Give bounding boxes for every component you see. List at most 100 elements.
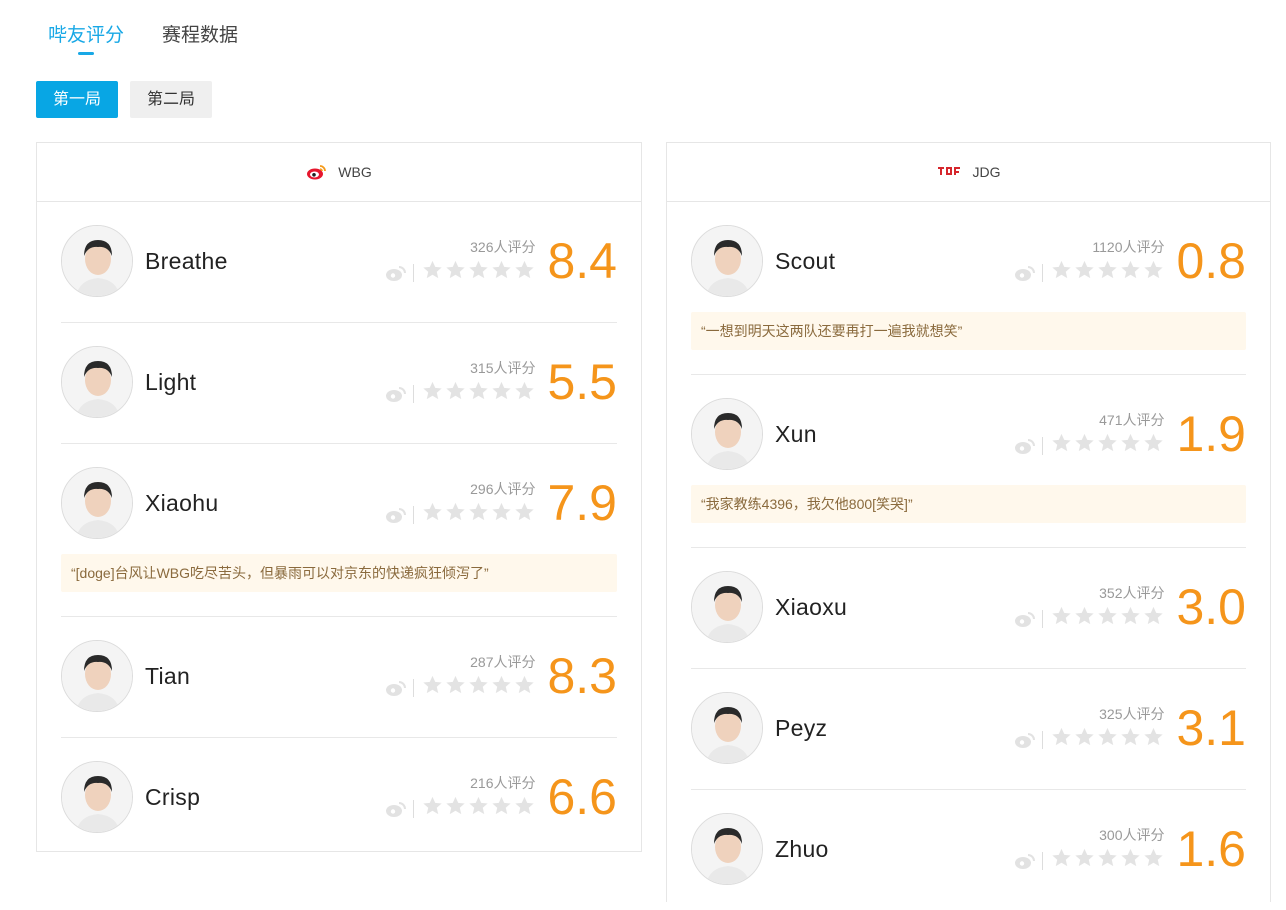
rating-count: 300人评分 [1099,827,1165,843]
star-icon[interactable] [1120,727,1141,752]
player-name: Tian [145,662,191,689]
rating-box: 300人评分 1.6 [1014,812,1246,886]
star-icon[interactable] [1074,606,1095,631]
rating-count: 315人评分 [470,360,536,376]
star-icon[interactable] [514,381,535,406]
star-rating[interactable] [1051,433,1164,458]
weibo-share-icon[interactable] [1014,437,1036,455]
rating-box: 352人评分 3.0 [1014,570,1246,644]
star-icon[interactable] [491,796,512,821]
star-icon[interactable] [468,260,489,285]
star-icon[interactable] [514,796,535,821]
player-avatar[interactable] [691,692,763,764]
star-icon[interactable] [422,675,443,700]
star-icon[interactable] [1097,606,1118,631]
player-name: Xiaohu [145,489,219,516]
player-card: Peyz 325人评分 3.1 [691,669,1246,790]
player-avatar[interactable] [61,467,133,539]
tab-user-ratings[interactable]: 哔友评分 [48,20,124,55]
star-icon[interactable] [1051,727,1072,752]
star-icon[interactable] [445,502,466,527]
player-name: Peyz [775,714,828,741]
weibo-share-icon[interactable] [385,800,407,818]
player-name: Scout [775,247,836,274]
weibo-share-icon[interactable] [1014,731,1036,749]
star-icon[interactable] [468,502,489,527]
round-2-button[interactable]: 第二局 [130,81,213,118]
rating-box: 471人评分 1.9 [1014,397,1246,471]
round-1-button[interactable]: 第一局 [36,81,119,118]
star-rating[interactable] [1051,848,1164,873]
star-icon[interactable] [422,260,443,285]
star-rating[interactable] [422,502,535,527]
star-rating[interactable] [1051,606,1164,631]
star-rating[interactable] [1051,727,1164,752]
player-avatar[interactable] [691,571,763,643]
star-icon[interactable] [1074,727,1095,752]
star-rating[interactable] [422,260,535,285]
star-icon[interactable] [1097,433,1118,458]
star-icon[interactable] [1143,727,1164,752]
star-icon[interactable] [445,381,466,406]
star-icon[interactable] [422,796,443,821]
star-icon[interactable] [468,381,489,406]
weibo-share-icon[interactable] [385,679,407,697]
star-icon[interactable] [1120,606,1141,631]
star-icon[interactable] [491,675,512,700]
player-avatar[interactable] [61,225,133,297]
star-icon[interactable] [1097,727,1118,752]
star-icon[interactable] [1143,433,1164,458]
player-avatar[interactable] [691,225,763,297]
star-icon[interactable] [1143,260,1164,285]
weibo-share-icon[interactable] [385,385,407,403]
star-icon[interactable] [1097,260,1118,285]
star-icon[interactable] [1097,848,1118,873]
star-icon[interactable] [1120,433,1141,458]
star-rating[interactable] [422,796,535,821]
star-rating[interactable] [1051,260,1164,285]
star-icon[interactable] [422,502,443,527]
star-icon[interactable] [422,381,443,406]
player-card: Scout 1120人评分 0.8 “一想到明天这两队还要再打一遍我就想笑” [691,202,1246,375]
rating-box: 315人评分 5.5 [385,345,617,419]
star-icon[interactable] [1120,260,1141,285]
star-icon[interactable] [1051,606,1072,631]
star-icon[interactable] [445,796,466,821]
weibo-share-icon[interactable] [1014,264,1036,282]
weibo-share-icon[interactable] [1014,610,1036,628]
weibo-share-icon[interactable] [385,506,407,524]
tab-match-data[interactable]: 赛程数据 [162,20,238,55]
star-icon[interactable] [1143,606,1164,631]
star-icon[interactable] [1120,848,1141,873]
player-score: 0.8 [1176,233,1246,289]
player-name: Xun [775,420,817,447]
star-icon[interactable] [491,502,512,527]
star-icon[interactable] [1074,848,1095,873]
player-avatar[interactable] [691,398,763,470]
star-icon[interactable] [491,381,512,406]
star-icon[interactable] [1074,433,1095,458]
star-rating[interactable] [422,675,535,700]
player-avatar[interactable] [61,761,133,833]
star-icon[interactable] [1143,848,1164,873]
star-icon[interactable] [1051,848,1072,873]
star-rating[interactable] [422,381,535,406]
weibo-share-icon[interactable] [385,264,407,282]
star-icon[interactable] [445,675,466,700]
star-icon[interactable] [1074,260,1095,285]
star-icon[interactable] [468,796,489,821]
star-icon[interactable] [468,675,489,700]
star-icon[interactable] [1051,433,1072,458]
star-icon[interactable] [445,260,466,285]
weibo-share-icon[interactable] [1014,852,1036,870]
star-icon[interactable] [514,675,535,700]
player-avatar[interactable] [61,346,133,418]
player-name: Breathe [145,247,228,274]
star-icon[interactable] [1051,260,1072,285]
player-avatar[interactable] [61,640,133,712]
player-card: Xiaohu 296人评分 7.9 “[doge]台风让WBG吃尽苦头，但暴雨可… [61,444,617,617]
star-icon[interactable] [514,260,535,285]
star-icon[interactable] [491,260,512,285]
player-avatar[interactable] [691,813,763,885]
star-icon[interactable] [514,502,535,527]
